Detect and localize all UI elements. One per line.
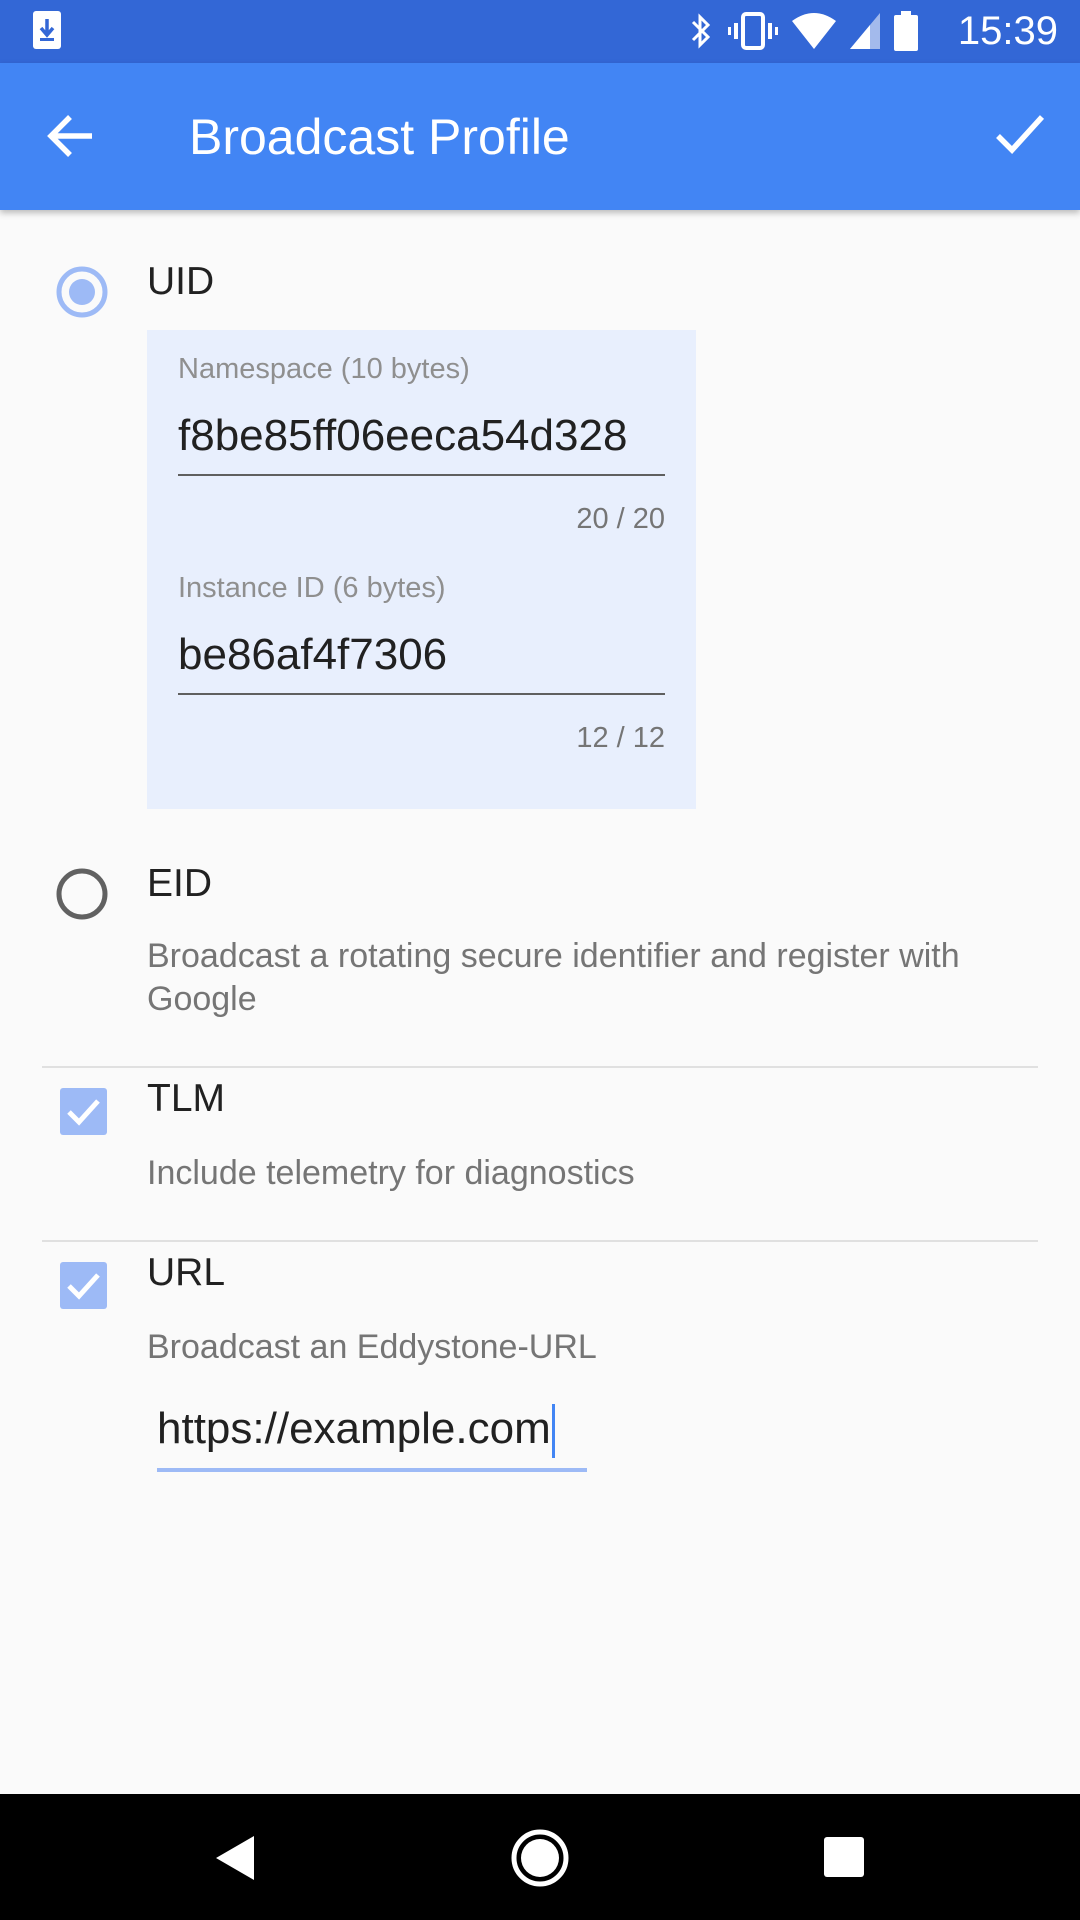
vibrate-icon [728, 12, 778, 50]
battery-icon [894, 11, 918, 51]
tlm-checkbox[interactable] [60, 1088, 107, 1135]
tlm-label: TLM [147, 1077, 225, 1120]
checkmark-icon [67, 1273, 100, 1300]
uid-label: UID [147, 260, 215, 303]
url-input-underline [157, 1468, 587, 1472]
page-title: Broadcast Profile [189, 109, 570, 165]
tlm-description: Include telemetry for diagnostics [147, 1154, 635, 1192]
namespace-counter: 20 / 20 [576, 503, 665, 535]
checkmark-icon [67, 1099, 100, 1126]
navigation-bar [0, 1794, 1080, 1920]
uid-radio-button[interactable] [56, 266, 108, 318]
nav-back-icon[interactable] [214, 1834, 256, 1882]
instance-id-counter: 12 / 12 [576, 722, 665, 754]
eid-radio-button[interactable] [56, 868, 108, 920]
divider [42, 1066, 1038, 1068]
divider [42, 1240, 1038, 1242]
app-bar: Broadcast Profile [0, 63, 1080, 210]
download-icon [33, 11, 61, 49]
namespace-input[interactable]: f8be85ff06eeca54d328 [178, 410, 698, 462]
namespace-underline [178, 474, 665, 476]
namespace-label: Namespace (10 bytes) [178, 353, 470, 385]
url-checkbox[interactable] [60, 1262, 107, 1309]
check-icon[interactable] [994, 111, 1046, 157]
url-description: Broadcast an Eddystone-URL [147, 1328, 597, 1366]
nav-home-icon[interactable] [510, 1828, 570, 1888]
signal-icon [850, 13, 880, 49]
instance-id-underline [178, 693, 665, 695]
bluetooth-icon [691, 13, 711, 49]
instance-id-label: Instance ID (6 bytes) [178, 572, 446, 604]
uid-panel: Namespace (10 bytes) f8be85ff06eeca54d32… [147, 330, 696, 809]
url-text: https://example.com [157, 1404, 551, 1453]
clock: 15:39 [957, 9, 1058, 53]
nav-recents-icon[interactable] [823, 1836, 865, 1878]
status-bar: 15:39 [0, 0, 1080, 63]
url-input-value: https://example.com [157, 1400, 555, 1459]
arrow-back-icon[interactable] [46, 113, 96, 159]
status-icons [688, 10, 918, 52]
url-input[interactable]: https://example.com [157, 1400, 587, 1472]
eid-description: Broadcast a rotating secure identifier a… [147, 937, 960, 1018]
url-label: URL [147, 1251, 226, 1294]
instance-id-input[interactable]: be86af4f7306 [178, 629, 698, 681]
text-cursor [551, 1404, 555, 1459]
eid-label: EID [147, 862, 213, 905]
wifi-icon [792, 13, 836, 49]
